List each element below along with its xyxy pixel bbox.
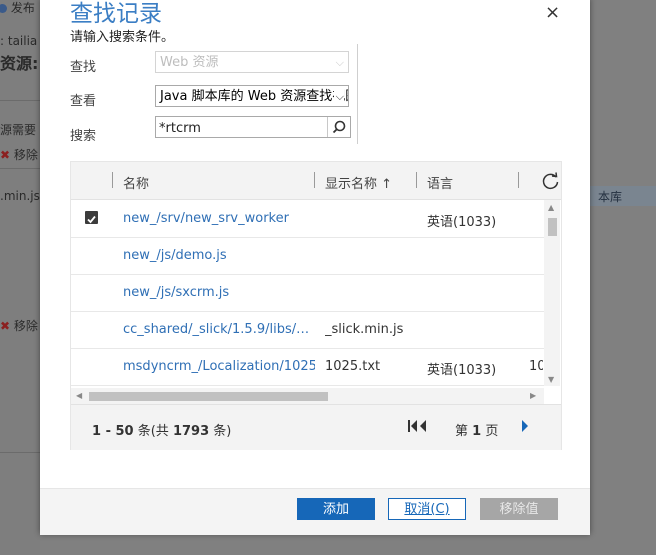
column-header-name[interactable]: 名称	[123, 173, 149, 192]
add-button[interactable]: 添加	[297, 498, 375, 520]
cell-display-name: _slick.min.js	[325, 322, 404, 337]
background-divider-3	[0, 452, 40, 453]
grid-header: 名称 显示名称 ↑ 语言	[71, 162, 561, 200]
grid-footer: 1 - 50 条(共 1793 条) 第 1 页	[71, 404, 561, 450]
search-box	[155, 116, 351, 139]
row-checkbox-checked[interactable]	[85, 211, 98, 224]
chevron-down-icon: ⌵	[333, 86, 344, 106]
column-separator	[314, 172, 315, 188]
cell-name[interactable]: new_/js/sxcrm.js	[123, 285, 313, 300]
table-row[interactable]: cc_shared/_slick/1.5.9/libs/_slick.min.j…	[71, 311, 544, 349]
background-remove-label-2: 移除	[13, 319, 38, 333]
remove-value-button[interactable]: 移除值	[480, 498, 558, 520]
background-owner-text: : tailia	[0, 34, 38, 48]
cell-display-name: 1025.txt	[325, 359, 381, 374]
page-number: 1	[472, 424, 482, 439]
column-separator	[112, 172, 113, 188]
record-count: 1 - 50 条(共 1793 条)	[92, 420, 231, 439]
cell-language: 英语(1033)	[427, 363, 497, 378]
background-remove-button: ✖ 移除	[0, 146, 38, 163]
cell-extra: 1033	[529, 359, 543, 374]
next-page-icon[interactable]	[519, 418, 531, 438]
remove-icon-2: ✖	[0, 319, 11, 333]
view-select[interactable]: Java 脚本库的 Web 资源查找视图 ⌵	[155, 85, 349, 107]
find-select-value: Web 资源	[160, 55, 219, 70]
find-label: 查找	[70, 60, 97, 75]
column-separator	[416, 172, 417, 188]
vertical-scroll-thumb[interactable]	[548, 218, 557, 236]
lookup-dialog: 查找记录 × 请输入搜索条件。 查找 Web 资源 ⌵ 查看 Java 脚本库的…	[40, 0, 590, 535]
background-remove-label: 移除	[13, 148, 38, 162]
remove-icon: ✖	[0, 148, 11, 162]
view-label: 查看	[70, 94, 97, 109]
chevron-down-icon: ⌵	[335, 56, 344, 69]
cell-name[interactable]: new_/srv/new_srv_worker	[123, 211, 313, 226]
page-prefix: 第	[455, 424, 469, 439]
find-select: Web 资源 ⌵	[155, 51, 349, 73]
background-file-name: .min.js	[0, 189, 40, 203]
scroll-up-icon[interactable]: ▲	[548, 203, 554, 212]
table-row[interactable]: msdyncrm_/Localization/1025.txt 1025.txt…	[71, 348, 544, 386]
results-grid: 名称 显示名称 ↑ 语言 new_/srv/new_srv_worker 英语(…	[70, 161, 562, 450]
first-page-icon[interactable]	[406, 418, 432, 438]
record-count-prefix: 条(共	[137, 424, 169, 439]
refresh-icon[interactable]	[541, 171, 561, 191]
publish-item: 发布	[0, 0, 35, 16]
page-indicator: 第 1 页	[455, 420, 498, 439]
background-strip	[0, 0, 40, 555]
close-icon[interactable]: ×	[545, 2, 560, 23]
horizontal-scrollbar[interactable]: ◀ ▶	[71, 388, 544, 404]
record-total: 1793	[172, 424, 210, 439]
page-suffix: 页	[485, 424, 499, 439]
publish-label: 发布	[10, 1, 35, 15]
publish-icon	[0, 4, 7, 13]
record-count-suffix: 条)	[213, 424, 232, 439]
table-row[interactable]: new_/js/demo.js	[71, 237, 544, 275]
column-header-language[interactable]: 语言	[427, 173, 453, 192]
background-right-text: 本库	[598, 190, 623, 204]
view-select-value: Java 脚本库的 Web 资源查找视图	[160, 89, 349, 104]
search-button[interactable]	[327, 117, 350, 137]
scroll-right-icon[interactable]: ▶	[530, 391, 536, 400]
search-icon	[332, 120, 346, 134]
search-input[interactable]	[156, 117, 333, 139]
search-label: 搜索	[70, 129, 97, 144]
column-separator	[518, 172, 519, 188]
background-divider	[0, 100, 40, 101]
scroll-left-icon[interactable]: ◀	[76, 391, 82, 400]
record-range: 1 - 50	[92, 424, 134, 439]
background-note: 源需要	[0, 123, 37, 137]
form-divider	[357, 44, 358, 144]
cell-name[interactable]: msdyncrm_/Localization/1025.txt	[123, 359, 315, 374]
cell-name[interactable]: cc_shared/_slick/1.5.9/libs/_slick.min.j…	[123, 322, 311, 337]
background-divider-2	[0, 168, 40, 169]
cell-language: 英语(1033)	[427, 215, 497, 230]
dialog-title: 查找记录	[70, 1, 162, 27]
cancel-button[interactable]: 取消(C)	[388, 498, 466, 520]
dialog-footer: 添加 取消(C) 移除值	[40, 488, 590, 535]
table-row[interactable]: new_/js/sxcrm.js	[71, 274, 544, 312]
table-row[interactable]: new_/srv/new_srv_worker 英语(1033)	[71, 200, 544, 238]
vertical-scrollbar[interactable]: ▲ ▼	[544, 200, 560, 386]
horizontal-scroll-thumb[interactable]	[89, 392, 328, 401]
dialog-subtitle: 请输入搜索条件。	[70, 30, 175, 45]
cell-name[interactable]: new_/js/demo.js	[123, 248, 313, 263]
background-remove-button-2: ✖ 移除	[0, 317, 38, 334]
column-header-display-name[interactable]: 显示名称 ↑	[325, 173, 392, 192]
background-selected-row: 本库	[590, 186, 656, 206]
scroll-down-icon[interactable]: ▼	[548, 375, 554, 384]
